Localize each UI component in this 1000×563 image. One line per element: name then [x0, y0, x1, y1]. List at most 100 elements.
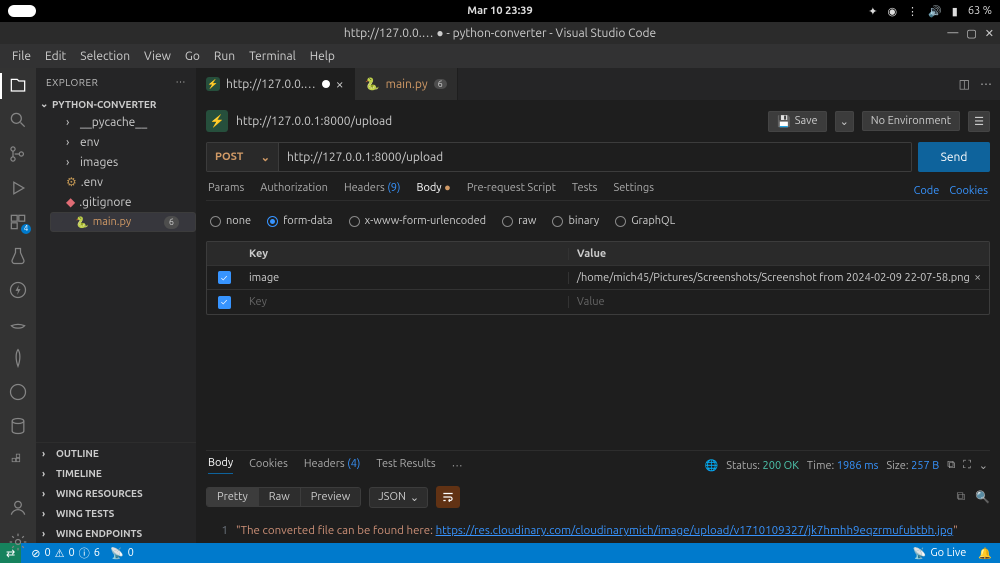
section-wing-endpoints[interactable]: ›WING ENDPOINTS: [36, 523, 196, 543]
explorer-icon[interactable]: [7, 76, 29, 96]
tree-folder[interactable]: ›images: [42, 152, 196, 172]
table-row[interactable]: ✓ Key Value: [207, 290, 989, 314]
clock[interactable]: Mar 10 23:39: [467, 5, 532, 17]
menu-view[interactable]: View: [138, 48, 177, 65]
chevron-icon[interactable]: ⌄: [979, 459, 988, 472]
tab-close-icon[interactable]: ×: [336, 76, 344, 92]
view-preview[interactable]: Preview: [301, 488, 360, 506]
source-control-icon[interactable]: [7, 144, 29, 164]
globe-icon[interactable]: 🌐: [705, 459, 719, 472]
menu-terminal[interactable]: Terminal: [243, 48, 302, 65]
battery-icon[interactable]: ▮: [952, 5, 958, 18]
close-button[interactable]: ✕: [985, 27, 994, 40]
bodytype-binary[interactable]: binary: [552, 215, 599, 227]
value-input[interactable]: Value: [569, 296, 989, 308]
activities-pill[interactable]: [8, 5, 36, 17]
docker-icon[interactable]: [7, 450, 29, 470]
golive-button[interactable]: 📡Go Live: [913, 547, 967, 560]
resptab-headers[interactable]: Headers (4): [304, 458, 361, 474]
resptab-body[interactable]: Body: [208, 457, 233, 474]
save-button[interactable]: 💾Save: [768, 111, 827, 132]
response-body[interactable]: 1 "The converted file can be found here:…: [206, 520, 990, 537]
menu-edit[interactable]: Edit: [39, 48, 72, 65]
bodytype-graphql[interactable]: GraphQL: [615, 215, 675, 227]
split-editor-icon[interactable]: ◫: [959, 77, 970, 91]
problems-button[interactable]: ⊘0⚠0ⓘ6: [31, 545, 100, 561]
github-icon[interactable]: [7, 382, 29, 402]
section-wing-tests[interactable]: ›WING TESTS: [36, 503, 196, 523]
section-timeline[interactable]: ›TIMELINE: [36, 463, 196, 483]
copy-icon[interactable]: ⧉: [947, 459, 955, 472]
reqtab-settings[interactable]: Settings: [613, 182, 654, 200]
value-input[interactable]: /home/mich45/Pictures/Screenshots/Screen…: [569, 271, 989, 284]
code-link[interactable]: Code: [914, 185, 940, 197]
resptab-tests[interactable]: Test Results: [376, 458, 435, 474]
maximize-button[interactable]: ▢: [966, 27, 976, 40]
menu-go[interactable]: Go: [179, 48, 206, 65]
accessibility-icon[interactable]: ✦: [868, 5, 877, 18]
key-input[interactable]: image: [241, 272, 569, 284]
settings-gear-icon[interactable]: [7, 532, 29, 552]
view-raw[interactable]: Raw: [259, 488, 301, 506]
save-dropdown[interactable]: ⌄: [835, 111, 854, 132]
tree-file[interactable]: ◆.gitignore: [42, 192, 196, 212]
resptab-cookies[interactable]: Cookies: [249, 458, 288, 474]
accounts-icon[interactable]: [7, 498, 29, 518]
bodytype-xwww[interactable]: x-www-form-urlencoded: [349, 215, 487, 227]
tree-file[interactable]: ⚙.env: [42, 172, 196, 192]
reqtab-tests[interactable]: Tests: [572, 182, 598, 200]
notifications-icon[interactable]: 🔔: [978, 547, 992, 560]
reqtab-headers[interactable]: Headers (9): [344, 182, 401, 200]
wing-icon[interactable]: [7, 314, 29, 334]
thunder-icon[interactable]: [7, 280, 29, 300]
remove-value-icon[interactable]: ×: [974, 271, 981, 284]
project-header[interactable]: ⌄PYTHON-CONVERTER: [36, 96, 196, 112]
format-select[interactable]: JSON⌄: [369, 487, 428, 508]
reqtab-params[interactable]: Params: [208, 182, 244, 200]
url-input[interactable]: http://127.0.0.1:8000/upload: [279, 143, 911, 171]
reqtab-body[interactable]: Body ●: [416, 182, 450, 200]
volume-icon[interactable]: 🔊: [928, 5, 942, 18]
key-input[interactable]: Key: [241, 296, 569, 308]
minimize-button[interactable]: —: [947, 27, 958, 40]
row-checkbox[interactable]: ✓: [218, 296, 231, 309]
run-debug-icon[interactable]: [7, 178, 29, 198]
bodytype-raw[interactable]: raw: [502, 215, 536, 227]
section-outline[interactable]: ›OUTLINE: [36, 443, 196, 463]
bodytype-none[interactable]: none: [210, 215, 251, 227]
menu-file[interactable]: File: [6, 48, 37, 65]
menu-selection[interactable]: Selection: [74, 48, 136, 65]
response-url-link[interactable]: https://res.cloudinary.com/cloudinarymic…: [436, 524, 954, 537]
testing-icon[interactable]: [7, 246, 29, 266]
section-wing-resources[interactable]: ›WING RESOURCES: [36, 483, 196, 503]
reqtab-auth[interactable]: Authorization: [260, 182, 328, 200]
system-tray[interactable]: ✦ ◉ ⋮ 🔊 ▮ 63 %: [868, 5, 992, 18]
explorer-more-icon[interactable]: ⋯: [176, 76, 187, 88]
ports-button[interactable]: 📡0: [110, 547, 134, 560]
method-select[interactable]: POST⌄: [207, 143, 279, 171]
cookies-link[interactable]: Cookies: [949, 185, 988, 197]
menu-run[interactable]: Run: [208, 48, 241, 65]
panel-toggle-icon[interactable]: ☰: [968, 111, 990, 132]
menu-help[interactable]: Help: [304, 48, 341, 65]
extensions-icon[interactable]: 4: [7, 212, 29, 232]
send-button[interactable]: Send: [918, 142, 990, 172]
resp-search-icon[interactable]: 🔍: [975, 490, 990, 504]
search-icon[interactable]: [7, 110, 29, 130]
table-row[interactable]: ✓ image /home/mich45/Pictures/Screenshot…: [207, 266, 989, 290]
row-checkbox[interactable]: ✓: [218, 271, 231, 284]
resp-copy-icon[interactable]: ⧉: [956, 490, 965, 504]
tree-file-mainpy[interactable]: 🐍main.py6: [50, 212, 196, 232]
tab-mainpy[interactable]: 🐍 main.py 6: [355, 68, 458, 100]
view-pretty[interactable]: Pretty: [207, 488, 259, 506]
reqtab-prerequest[interactable]: Pre-request Script: [467, 182, 556, 200]
more-actions-icon[interactable]: ⋯: [980, 77, 992, 91]
expand-icon[interactable]: ⛶: [963, 459, 971, 472]
wrap-toggle-icon[interactable]: [436, 486, 460, 508]
database-icon[interactable]: [7, 416, 29, 436]
tree-folder[interactable]: ›__pycache__: [42, 112, 196, 132]
environment-select[interactable]: No Environment: [862, 111, 960, 131]
wifi-icon[interactable]: ◉: [887, 5, 897, 18]
bluetooth-icon[interactable]: ⋮: [907, 5, 918, 18]
bodytype-formdata[interactable]: form-data: [267, 215, 333, 227]
